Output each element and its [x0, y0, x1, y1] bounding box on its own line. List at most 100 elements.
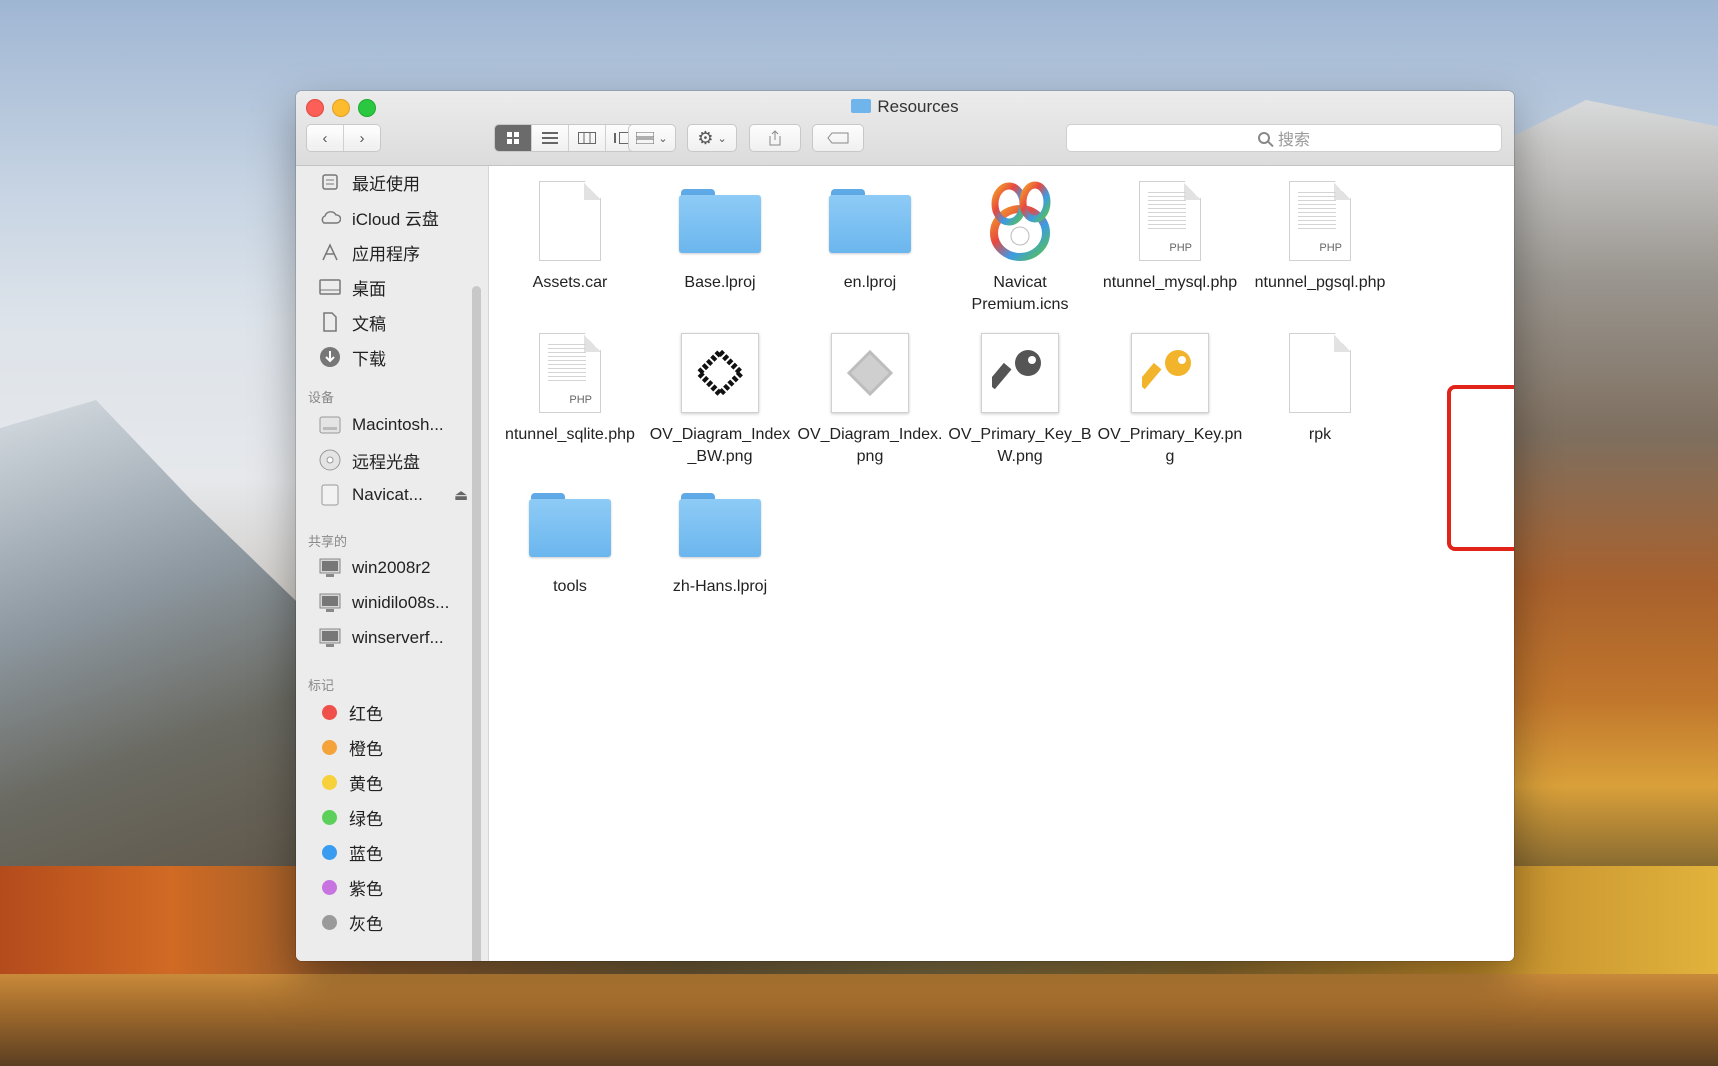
sidebar-heading-devices: 设备: [308, 390, 335, 405]
sidebar-item-label: 蓝色: [349, 844, 383, 864]
tag-dot-icon: [322, 809, 337, 825]
sidebar: 最近使用 iCloud 云盘 应用程序 桌面 文稿 下载 设备 Macintos…: [296, 166, 489, 961]
sidebar-item-icloud[interactable]: iCloud 云盘: [318, 202, 439, 232]
sidebar-item-label: 绿色: [349, 809, 383, 829]
sidebar-item-label: 下载: [352, 349, 386, 369]
sidebar-item-desktop[interactable]: 桌面: [318, 272, 386, 302]
chevron-down-icon: ⌄: [658, 132, 668, 145]
file-item[interactable]: PHP ntunnel_pgsql.php: [1247, 176, 1393, 294]
sidebar-tag-gray[interactable]: 灰色: [318, 907, 383, 937]
sidebar-tag-purple[interactable]: 紫色: [318, 872, 383, 902]
sidebar-item-label: 橙色: [349, 739, 383, 759]
eject-icon[interactable]: ⏏: [454, 486, 468, 504]
folder-icon: [851, 99, 872, 113]
sidebar-item-winidilo08s[interactable]: winidilo08s...: [318, 588, 449, 618]
wallpaper-lake: [0, 974, 1718, 1066]
sidebar-tag-orange[interactable]: 橙色: [318, 732, 383, 762]
file-item[interactable]: rpk: [1247, 328, 1393, 446]
sidebar-item-win2008r2[interactable]: win2008r2: [318, 553, 430, 583]
gear-icon: ⚙: [697, 127, 714, 148]
share-button[interactable]: [749, 124, 801, 152]
sidebar-item-winserverf[interactable]: winserverf...: [318, 623, 444, 653]
tag-dot-icon: [322, 879, 337, 895]
sidebar-item-remote-disc[interactable]: 远程光盘: [318, 445, 420, 475]
file-name: ntunnel_pgsql.php: [1254, 274, 1386, 291]
sidebar-item-macintosh[interactable]: Macintosh...: [318, 410, 444, 440]
arrange-button[interactable]: ⌄: [628, 124, 676, 152]
file-name: en.lproj: [843, 274, 897, 291]
file-item[interactable]: OV_Primary_Key.png: [1097, 328, 1243, 468]
tag-button[interactable]: [812, 124, 864, 152]
remote-disc-icon: [318, 449, 342, 471]
computer-icon: [318, 628, 342, 648]
list-icon: [542, 132, 558, 144]
finder-window: Resources ‹ › ⌄ ⚙ ⌄ 搜索 最近使用 iCloud 云盘 应用…: [296, 91, 1514, 961]
file-item[interactable]: Base.lproj: [647, 176, 793, 294]
tag-dot-icon: [322, 739, 337, 755]
file-name: rpk: [1308, 426, 1332, 443]
list-view-button[interactable]: [532, 125, 569, 151]
disk-icon: [318, 484, 342, 506]
sidebar-tag-red[interactable]: 红色: [318, 697, 383, 727]
file-item[interactable]: OV_Diagram_Index.png: [797, 328, 943, 468]
file-name: Navicat Premium.icns: [971, 274, 1069, 313]
sidebar-heading-shared: 共享的: [308, 534, 348, 549]
document-icon: [1289, 333, 1351, 413]
tag-dot-icon: [322, 914, 337, 930]
sidebar-tag-yellow[interactable]: 黄色: [318, 767, 383, 797]
forward-button[interactable]: ›: [344, 125, 380, 151]
sidebar-item-label: 黄色: [349, 774, 383, 794]
file-name: tools: [553, 578, 587, 595]
view-mode-control: [494, 124, 643, 152]
icon-view-button[interactable]: [495, 125, 532, 151]
sidebar-item-downloads[interactable]: 下载: [318, 342, 386, 372]
sidebar-tag-blue[interactable]: 蓝色: [318, 837, 383, 867]
file-item[interactable]: Assets.car: [497, 176, 643, 294]
sidebar-tag-green[interactable]: 绿色: [318, 802, 383, 832]
tag-dot-icon: [322, 774, 337, 790]
sidebar-scrollbar[interactable]: [472, 286, 481, 961]
document-icon: [539, 181, 601, 261]
file-item[interactable]: OV_Primary_Key_BW.png: [947, 328, 1093, 468]
sidebar-heading-tags: 标记: [308, 678, 335, 693]
sidebar-item-documents[interactable]: 文稿: [318, 307, 386, 337]
folder-icon: [529, 493, 611, 557]
file-grid: Assets.car Base.lproj en.lproj Navicat P…: [489, 166, 1514, 961]
action-button[interactable]: ⚙ ⌄: [687, 124, 737, 152]
key-bw-thumbnail-icon: [981, 333, 1059, 413]
sidebar-item-label: Macintosh...: [352, 415, 444, 434]
chevron-down-icon: ⌄: [717, 132, 727, 145]
column-view-button[interactable]: [569, 125, 606, 151]
sidebar-item-navicat[interactable]: Navicat... ⏏: [318, 480, 468, 510]
tag-icon: [827, 132, 849, 144]
file-item[interactable]: en.lproj: [797, 176, 943, 294]
sidebar-item-applications[interactable]: 应用程序: [318, 237, 420, 267]
sidebar-item-label: 紫色: [349, 879, 383, 899]
file-item[interactable]: PHP ntunnel_mysql.php: [1097, 176, 1243, 294]
file-item[interactable]: OV_Diagram_Index_BW.png: [647, 328, 793, 468]
sidebar-item-label: Navicat...: [352, 485, 423, 504]
sidebar-item-label: winidilo08s...: [352, 593, 450, 612]
file-item[interactable]: tools: [497, 480, 643, 598]
file-name: OV_Diagram_Index_BW.png: [649, 426, 791, 465]
sidebar-item-label: 灰色: [349, 914, 383, 934]
back-button[interactable]: ‹: [307, 125, 344, 151]
file-item[interactable]: Navicat Premium.icns: [947, 176, 1093, 316]
file-item[interactable]: zh-Hans.lproj: [647, 480, 793, 598]
sidebar-item-label: 远程光盘: [352, 452, 420, 472]
search-field[interactable]: 搜索: [1066, 124, 1502, 152]
sidebar-item-label: iCloud 云盘: [352, 209, 439, 229]
window-title-text: Resources: [877, 97, 959, 116]
sidebar-item-recents[interactable]: 最近使用: [318, 167, 420, 197]
php-file-icon: PHP: [539, 333, 601, 413]
folder-icon: [679, 189, 761, 253]
navicat-app-icon: [990, 181, 1051, 261]
file-item[interactable]: PHP ntunnel_sqlite.php: [497, 328, 643, 446]
sidebar-item-label: 最近使用: [352, 174, 420, 194]
share-icon: [769, 130, 781, 146]
sidebar-item-label: 红色: [349, 704, 383, 724]
window-title: Resources: [296, 97, 1514, 117]
file-name: OV_Diagram_Index.png: [797, 426, 943, 465]
chevron-right-icon: ›: [344, 129, 380, 147]
highlight-annotation-box: [1447, 385, 1514, 551]
